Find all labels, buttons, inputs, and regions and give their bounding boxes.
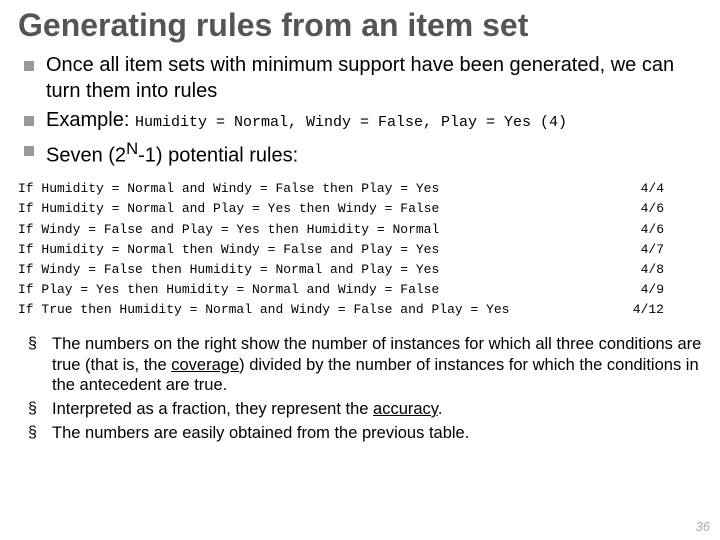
rule-ratio: 4/12: [633, 300, 664, 320]
rule-ratio: 4/7: [641, 240, 664, 260]
rule-text: If Humidity = Normal then Windy = False …: [18, 240, 439, 260]
rule-text: If Humidity = Normal and Windy = False t…: [18, 179, 439, 199]
rule-row: If True then Humidity = Normal and Windy…: [18, 300, 702, 320]
bullet-count: Seven (2N-1) potential rules:: [18, 138, 702, 169]
bullet-intro: Once all item sets with minimum support …: [18, 53, 702, 104]
rule-text: If True then Humidity = Normal and Windy…: [18, 300, 509, 320]
keyword-coverage: coverage: [171, 356, 239, 374]
notes-list: The numbers on the right show the number…: [18, 334, 702, 443]
example-itemset: Humidity = Normal, Windy = False, Play =…: [135, 114, 567, 131]
count-pre: Seven (2: [46, 145, 126, 167]
note-coverage: The numbers on the right show the number…: [18, 334, 702, 396]
rule-text: If Play = Yes then Humidity = Normal and…: [18, 280, 439, 300]
main-bullets: Once all item sets with minimum support …: [18, 53, 702, 169]
rule-ratio: 4/8: [641, 260, 664, 280]
rule-text: If Windy = False and Play = Yes then Hum…: [18, 220, 439, 240]
rule-row: If Humidity = Normal and Play = Yes then…: [18, 199, 702, 219]
rule-row: If Windy = False and Play = Yes then Hum…: [18, 220, 702, 240]
note-text: Interpreted as a fraction, they represen…: [52, 400, 373, 418]
rule-ratio: 4/6: [641, 220, 664, 240]
rule-ratio: 4/9: [641, 280, 664, 300]
rule-row: If Humidity = Normal then Windy = False …: [18, 240, 702, 260]
rule-row: If Humidity = Normal and Windy = False t…: [18, 179, 702, 199]
note-text: .: [438, 400, 443, 418]
rule-text: If Humidity = Normal and Play = Yes then…: [18, 199, 439, 219]
keyword-accuracy: accuracy: [373, 400, 438, 418]
rule-row: If Play = Yes then Humidity = Normal and…: [18, 280, 702, 300]
note-accuracy: Interpreted as a fraction, they represen…: [18, 399, 702, 420]
rule-text: If Windy = False then Humidity = Normal …: [18, 260, 439, 280]
example-label: Example:: [46, 109, 129, 131]
bullet-example: Example: Humidity = Normal, Windy = Fals…: [18, 108, 702, 134]
count-post: -1) potential rules:: [138, 145, 298, 167]
rule-ratio: 4/4: [641, 179, 664, 199]
count-sup: N: [126, 139, 138, 158]
rule-ratio: 4/6: [641, 199, 664, 219]
slide-title: Generating rules from an item set: [18, 8, 702, 43]
note-table: The numbers are easily obtained from the…: [18, 423, 702, 444]
page-number: 36: [696, 519, 710, 534]
rule-row: If Windy = False then Humidity = Normal …: [18, 260, 702, 280]
rules-block: If Humidity = Normal and Windy = False t…: [18, 179, 702, 320]
